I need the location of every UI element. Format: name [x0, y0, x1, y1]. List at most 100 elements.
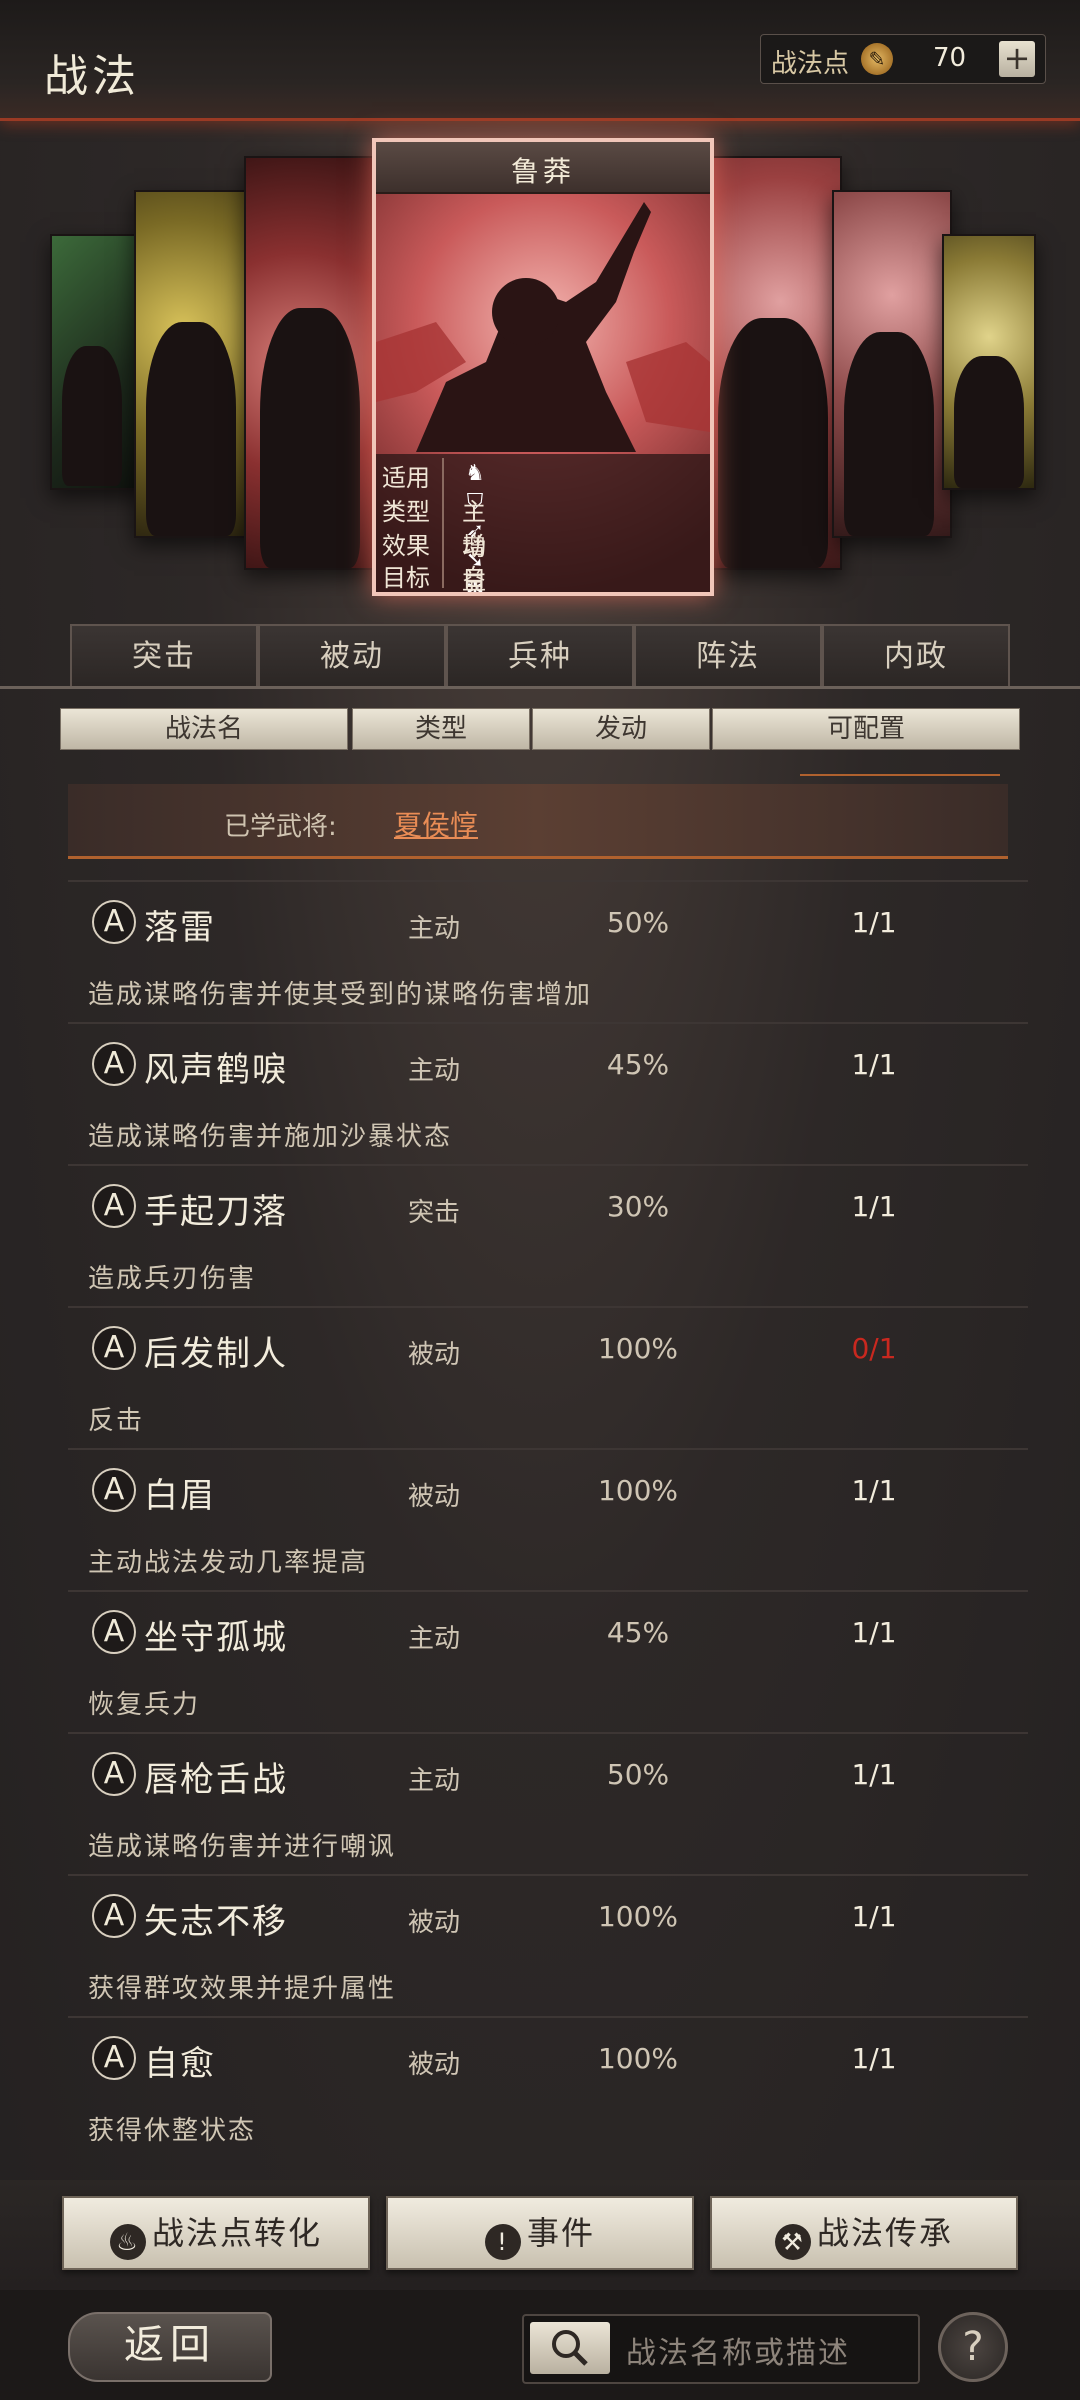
skill-points-box: 战法点 ✎ 70 +	[760, 34, 1046, 84]
skill-description: 获得群攻效果并提升属性	[88, 1974, 397, 2004]
skill-card-thumbnail[interactable]	[50, 234, 144, 490]
skill-inherit-button[interactable]: ⚒ 战法传承	[710, 2196, 1018, 2270]
grade-a-badge: A	[92, 1468, 136, 1512]
grade-a-badge: A	[92, 1752, 136, 1796]
tab-assault[interactable]: 突击	[70, 624, 258, 688]
skill-points-label: 战法点	[771, 49, 850, 79]
skill-rate: 50%	[606, 906, 670, 939]
skill-card-thumbnail[interactable]	[706, 156, 842, 570]
skill-name: 风声鹤唳	[144, 1050, 288, 1090]
skill-config: 1/1	[851, 1474, 897, 1507]
info-key: 目标	[382, 564, 430, 592]
divider	[800, 774, 1000, 776]
skill-rate: 100%	[597, 1332, 679, 1365]
skill-list[interactable]: A 落雷 主动 50% 1/1 造成谋略伤害并使其受到的谋略伤害增加 A 风声鹤…	[68, 880, 1028, 2180]
skill-name: 唇枪舌战	[144, 1760, 288, 1800]
category-tabs: 突击 被动 兵种 阵法 内政	[48, 624, 1048, 688]
skill-description: 主动战法发动几率提高	[88, 1548, 369, 1578]
skill-name: 手起刀落	[144, 1192, 288, 1232]
skill-card-thumbnail[interactable]	[244, 156, 380, 570]
learned-general-link[interactable]: 夏侯惇	[394, 804, 478, 844]
skill-type: 被动	[408, 2050, 461, 2080]
skill-name: 白眉	[144, 1476, 216, 1516]
grade-a-badge: A	[92, 1894, 136, 1938]
events-button[interactable]: ! 事件	[386, 2196, 694, 2270]
skill-points-value: 70	[933, 43, 967, 73]
skill-config: 1/1	[851, 1900, 897, 1933]
grade-a-badge: A	[92, 1610, 136, 1654]
grade-a-badge: A	[92, 2036, 136, 2080]
skill-config: 1/1	[851, 1758, 897, 1791]
skill-row[interactable]: A 白眉 被动 100% 1/1 主动战法发动几率提高	[68, 1448, 1028, 1592]
tab-passive[interactable]: 被动	[258, 624, 446, 688]
skill-type: 主动	[408, 914, 461, 944]
skill-description: 反击	[88, 1406, 145, 1436]
info-value: 自己	[462, 564, 486, 592]
skill-type: 主动	[408, 1766, 461, 1796]
back-button[interactable]: 返回	[68, 2312, 272, 2382]
skill-row[interactable]: A 自愈 被动 100% 1/1 获得休整状态	[68, 2016, 1028, 2160]
skill-inherit-label: 战法传承	[816, 2214, 953, 2252]
skill-row[interactable]: A 唇枪舌战 主动 50% 1/1 造成谋略伤害并进行嘲讽	[68, 1732, 1028, 1876]
skill-config: 1/1	[851, 1048, 897, 1081]
skill-card-thumbnail[interactable]	[942, 234, 1036, 490]
skill-name: 自愈	[144, 2044, 216, 2084]
card-title-bar: 鲁莽	[376, 142, 710, 194]
featured-skill-card[interactable]: 鲁莽 适用 ♞⛉➶➘✲ 类型 主动 效果 增益 目标 自己	[372, 138, 714, 596]
skill-config: 1/1	[851, 906, 897, 939]
skill-type: 主动	[408, 1056, 461, 1086]
convert-points-button[interactable]: ♨ 战法点转化	[62, 2196, 370, 2270]
flame-icon: ♨	[109, 2224, 146, 2260]
card-info-panel: 适用 ♞⛉➶➘✲ 类型 主动 效果 增益 目标 自己	[376, 454, 710, 592]
skill-description: 造成谋略伤害并施加沙暴状态	[88, 1122, 453, 1152]
skill-config: 1/1	[851, 2042, 897, 2075]
skill-row[interactable]: A 风声鹤唳 主动 45% 1/1 造成谋略伤害并施加沙暴状态	[68, 1022, 1028, 1166]
learned-general-bar: 已学武将: 夏侯惇	[68, 784, 1008, 859]
search-button[interactable]	[530, 2322, 610, 2374]
skill-rate: 30%	[606, 1190, 670, 1223]
search-field[interactable]: 战法名称或描述	[522, 2314, 920, 2384]
skill-name: 坐守孤城	[144, 1618, 288, 1658]
column-header-type[interactable]: 类型	[352, 708, 530, 750]
skill-row[interactable]: A 矢志不移 被动 100% 1/1 获得群攻效果并提升属性	[68, 1874, 1028, 2018]
skill-type: 主动	[408, 1624, 461, 1654]
skill-rate: 100%	[597, 1474, 679, 1507]
column-header-name[interactable]: 战法名	[60, 708, 348, 750]
column-header-rate[interactable]: 发动	[532, 708, 710, 750]
skill-type: 被动	[408, 1908, 461, 1938]
skill-type: 被动	[408, 1340, 461, 1370]
skill-card-thumbnail[interactable]	[832, 190, 952, 538]
scroll-icon: !	[484, 2224, 521, 2260]
add-points-button[interactable]: +	[999, 41, 1035, 77]
tab-internal-affairs[interactable]: 内政	[822, 624, 1010, 688]
tabs-divider	[0, 686, 1080, 689]
skill-rate: 50%	[606, 1758, 670, 1791]
skill-description: 造成谋略伤害并进行嘲讽	[88, 1832, 397, 1862]
grade-a-badge: A	[92, 1042, 136, 1086]
tab-troop[interactable]: 兵种	[446, 624, 634, 688]
skill-card-thumbnail[interactable]	[134, 190, 254, 538]
page-title: 战法	[44, 51, 140, 102]
skill-row[interactable]: A 手起刀落 突击 30% 1/1 造成兵刃伤害	[68, 1164, 1028, 1308]
cavalry-icon: ♞	[465, 461, 485, 486]
help-button[interactable]: ?	[938, 2312, 1008, 2382]
skill-name: 后发制人	[144, 1334, 288, 1374]
skill-description: 获得休整状态	[88, 2116, 257, 2146]
search-icon	[552, 2330, 588, 2366]
top-bar: 战法 战法点 ✎ 70 +	[0, 0, 1080, 121]
warrior-artwork	[376, 202, 710, 452]
skill-rate: 100%	[597, 2042, 679, 2075]
skill-description: 造成谋略伤害并使其受到的谋略伤害增加	[88, 980, 593, 1010]
learned-label: 已学武将:	[224, 812, 337, 842]
column-header-config[interactable]: 可配置	[712, 708, 1020, 750]
hammer-icon: ⚒	[774, 2224, 811, 2260]
skill-description: 恢复兵力	[88, 1690, 201, 1720]
grade-a-badge: A	[92, 1326, 136, 1370]
skill-row[interactable]: A 后发制人 被动 100% 0/1 反击	[68, 1306, 1028, 1450]
skill-point-coin-icon: ✎	[861, 43, 893, 75]
skill-row[interactable]: A 落雷 主动 50% 1/1 造成谋略伤害并使其受到的谋略伤害增加	[68, 880, 1028, 1024]
skill-rate: 45%	[606, 1048, 670, 1081]
tab-formation[interactable]: 阵法	[634, 624, 822, 688]
skill-description: 造成兵刃伤害	[88, 1264, 257, 1294]
skill-row[interactable]: A 坐守孤城 主动 45% 1/1 恢复兵力	[68, 1590, 1028, 1734]
